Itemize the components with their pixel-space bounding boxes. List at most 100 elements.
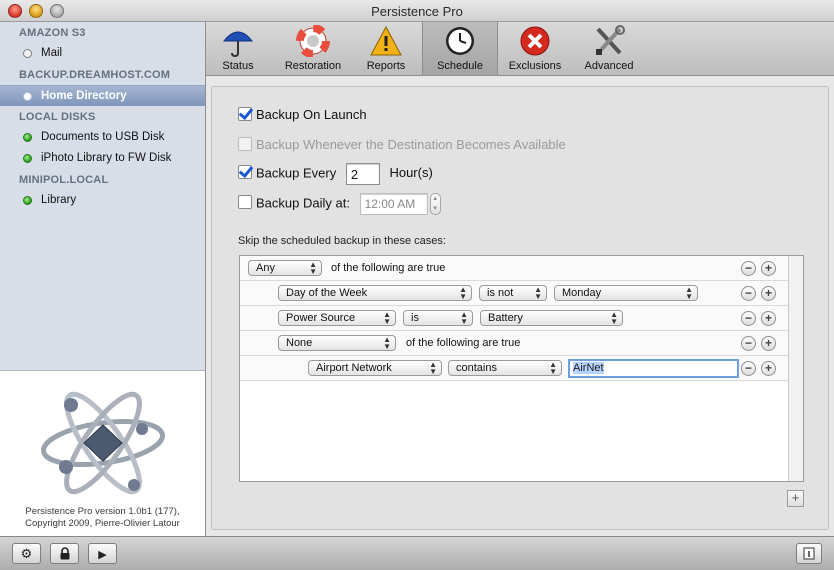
add-rule-button[interactable]: + bbox=[761, 261, 776, 276]
group-header-amazon-s3: AMAZON S3 bbox=[19, 27, 86, 39]
lock-button[interactable] bbox=[50, 543, 79, 564]
field-popup[interactable]: Day of the Week ▲ ▼ bbox=[278, 285, 472, 301]
field-popup[interactable]: Airport Network ▲ ▼ bbox=[308, 360, 442, 376]
tab-reports[interactable]: Reports bbox=[358, 22, 414, 75]
rule-row-any: Any ▲ ▼ of the following are true − + bbox=[240, 256, 789, 281]
sidebar-item-library[interactable]: Library bbox=[0, 190, 205, 211]
backup-every-hours-field[interactable]: 2 bbox=[345, 163, 380, 185]
backup-daily-row[interactable]: Backup Daily at: 12:00 AM ▲ ▼ bbox=[238, 193, 441, 215]
popup-arrows-icon: ▲ ▼ bbox=[685, 285, 693, 301]
add-rule-button[interactable]: + bbox=[761, 336, 776, 351]
status-green-icon bbox=[23, 154, 32, 163]
tab-status[interactable]: Status bbox=[210, 22, 266, 75]
popup-value: Power Source bbox=[286, 312, 356, 324]
title-bar: Persistence Pro bbox=[0, 0, 834, 22]
add-rule-button[interactable]: + bbox=[761, 361, 776, 376]
tab-label: Advanced bbox=[584, 60, 634, 72]
status-gray-icon bbox=[23, 49, 32, 58]
tab-restoration[interactable]: Restoration bbox=[274, 22, 352, 75]
backup-on-launch-checkbox[interactable] bbox=[238, 107, 252, 121]
network-name-value: AirNet bbox=[573, 362, 604, 374]
sidebar-item-label: Documents to USB Disk bbox=[41, 131, 165, 143]
popup-arrows-icon: ▲ ▼ bbox=[309, 260, 317, 276]
tab-advanced[interactable]: Advanced bbox=[576, 22, 642, 75]
tools-icon bbox=[596, 25, 625, 55]
sidebar-item-documents-usb[interactable]: Documents to USB Disk bbox=[0, 127, 205, 148]
sidebar-item-iphoto-fw[interactable]: iPhoto Library to FW Disk bbox=[0, 148, 205, 169]
source-list: AMAZON S3 Mail BACKUP.DREAMHOST.COM Home… bbox=[0, 22, 205, 370]
none-quantifier-popup[interactable]: None ▲ ▼ bbox=[278, 335, 396, 351]
remove-rule-button[interactable]: − bbox=[741, 261, 756, 276]
value-popup[interactable]: Monday ▲ ▼ bbox=[554, 285, 698, 301]
backup-on-launch-row[interactable]: Backup On Launch bbox=[238, 107, 367, 122]
backup-every-checkbox[interactable] bbox=[238, 165, 252, 180]
atom-logo-icon bbox=[41, 391, 165, 495]
exclusions-x-icon bbox=[520, 26, 550, 56]
backup-daily-checkbox[interactable] bbox=[238, 195, 252, 210]
any-quantifier-popup[interactable]: Any ▲ ▼ bbox=[248, 260, 322, 276]
rule-row-day-of-week: Day of the Week ▲ ▼ is not ▲ ▼ Monday ▲ ▼ − + bbox=[240, 281, 789, 306]
daily-time-stepper: ▲ ▼ bbox=[429, 193, 441, 215]
field-popup[interactable]: Power Source ▲ ▼ bbox=[278, 310, 396, 326]
remove-rule-button[interactable]: − bbox=[741, 286, 756, 301]
popup-value: Day of the Week bbox=[286, 287, 368, 299]
remove-rule-button[interactable]: − bbox=[741, 336, 756, 351]
popup-arrows-icon: ▲ ▼ bbox=[549, 360, 557, 376]
popup-arrows-icon: ▲ ▼ bbox=[383, 310, 391, 326]
tab-label: Reports bbox=[366, 60, 406, 72]
status-green-icon bbox=[23, 133, 32, 142]
tab-schedule[interactable]: Schedule bbox=[422, 22, 498, 75]
backup-every-row[interactable]: Backup Every 2 Hour(s) bbox=[238, 163, 433, 185]
play-icon: ▶ bbox=[98, 549, 107, 561]
backup-on-launch-label: Backup On Launch bbox=[256, 107, 367, 122]
rule-compound-text: of the following are true bbox=[331, 262, 446, 274]
group-header-local-disks: LOCAL DISKS bbox=[19, 111, 96, 123]
operator-popup[interactable]: contains ▲ ▼ bbox=[448, 360, 562, 376]
group-header-minipol: MINIPOL.LOCAL bbox=[19, 174, 109, 186]
lock-icon bbox=[60, 547, 69, 560]
backup-every-label: Backup Every bbox=[256, 165, 337, 181]
popup-arrows-icon: ▲ ▼ bbox=[459, 285, 467, 301]
info-button[interactable] bbox=[796, 543, 822, 564]
schedule-panel: Backup On Launch Backup Whenever the Des… bbox=[211, 86, 829, 530]
sidebar-item-label: iPhoto Library to FW Disk bbox=[41, 152, 172, 164]
sidebar-item-label: Library bbox=[41, 194, 77, 206]
operator-popup[interactable]: is not ▲ ▼ bbox=[479, 285, 547, 301]
remove-rule-button[interactable]: − bbox=[741, 361, 756, 376]
operator-popup[interactable]: is ▲ ▼ bbox=[403, 310, 473, 326]
start-backup-button[interactable]: ▶ bbox=[88, 543, 117, 564]
info-icon bbox=[803, 547, 815, 560]
popup-value: Any bbox=[256, 262, 275, 274]
popup-arrows-icon: ▲ ▼ bbox=[610, 310, 618, 326]
tab-label: Schedule bbox=[437, 60, 483, 72]
clock-icon bbox=[446, 27, 474, 55]
rule-editor-scrollbar[interactable] bbox=[788, 256, 803, 481]
schedule-pane: Backup On Launch Backup Whenever the Des… bbox=[206, 76, 834, 536]
sidebar-item-home-directory[interactable]: Home Directory bbox=[0, 85, 205, 106]
popup-value: is not bbox=[487, 287, 514, 299]
gear-action-button[interactable]: ⚙ bbox=[12, 543, 41, 564]
lifebuoy-icon bbox=[296, 25, 330, 57]
tab-label: Restoration bbox=[284, 60, 342, 72]
popup-value: Monday bbox=[562, 287, 602, 299]
add-criteria-button[interactable]: + bbox=[787, 490, 804, 507]
add-rule-button[interactable]: + bbox=[761, 311, 776, 326]
version-line: Persistence Pro version 1.0b1 (177), bbox=[25, 506, 180, 517]
skip-cases-label: Skip the scheduled backup in these cases… bbox=[238, 235, 446, 247]
rule-row-none: None ▲ ▼ of the following are true − + bbox=[240, 331, 789, 356]
popup-value: Airport Network bbox=[316, 362, 392, 374]
remove-rule-button[interactable]: − bbox=[741, 311, 756, 326]
window-title: Persistence Pro bbox=[371, 4, 463, 19]
gear-icon: ⚙ bbox=[20, 546, 33, 561]
value-popup[interactable]: Battery ▲ ▼ bbox=[480, 310, 623, 326]
umbrella-icon bbox=[222, 31, 254, 57]
popup-arrows-icon: ▲ ▼ bbox=[383, 335, 391, 351]
popup-arrows-icon: ▲ ▼ bbox=[460, 310, 468, 326]
tab-exclusions[interactable]: Exclusions bbox=[504, 22, 566, 75]
network-name-input[interactable]: AirNet bbox=[568, 359, 739, 378]
popup-arrows-icon: ▲ ▼ bbox=[534, 285, 542, 301]
sidebar-item-mail[interactable]: Mail bbox=[0, 43, 205, 64]
backup-when-available-checkbox bbox=[238, 137, 252, 151]
add-rule-button[interactable]: + bbox=[761, 286, 776, 301]
popup-arrows-icon: ▲ ▼ bbox=[429, 360, 437, 376]
